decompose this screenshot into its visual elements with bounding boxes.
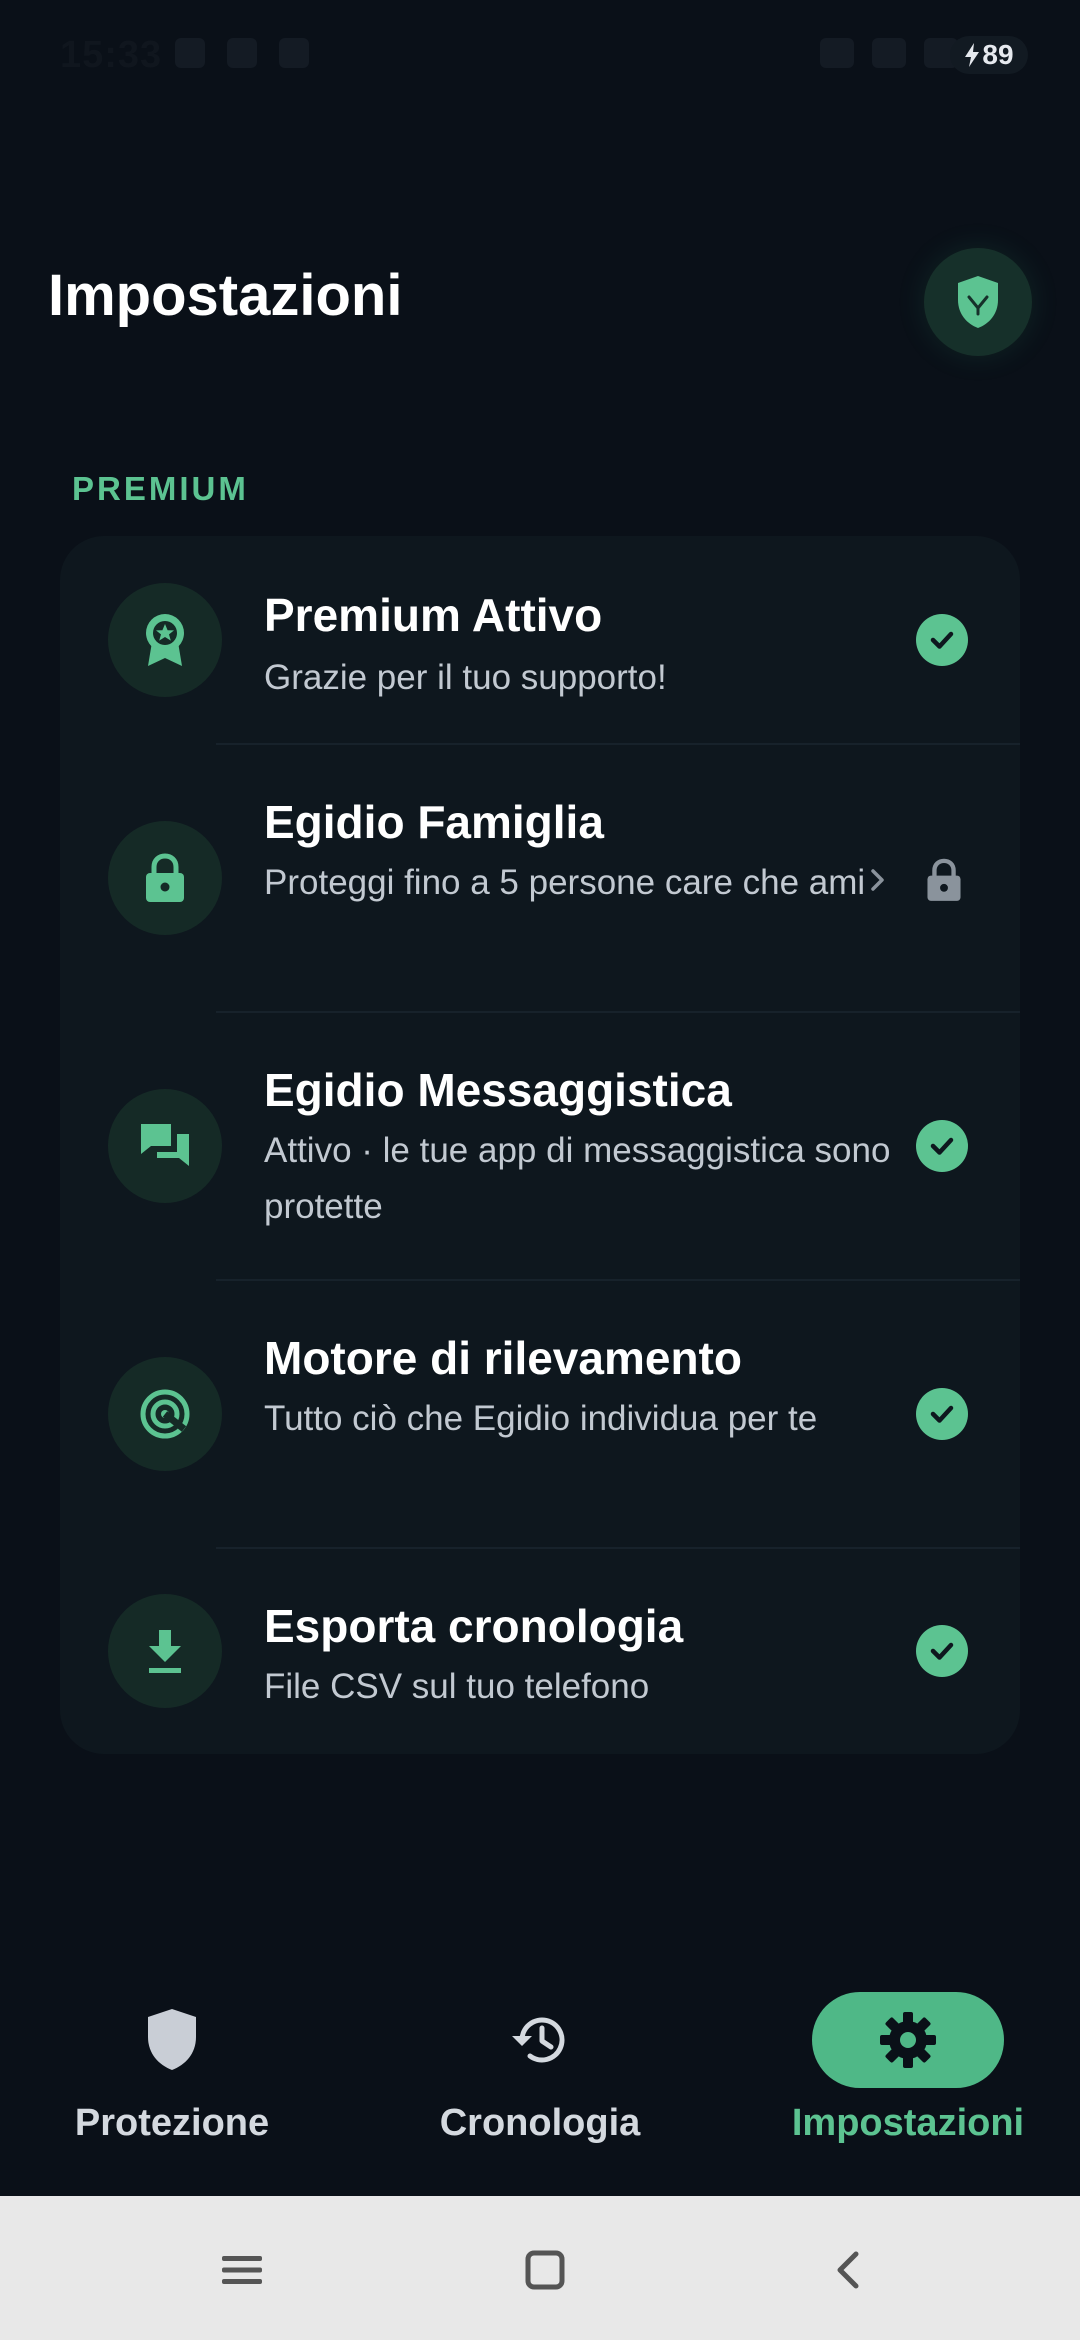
nav-label: Impostazioni — [791, 2102, 1025, 2144]
nav-label: Cronologia — [439, 2102, 641, 2144]
lock-status-icon — [924, 857, 968, 905]
section-header-premium: PREMIUM — [72, 470, 249, 507]
screenshot-icon — [175, 38, 205, 68]
row-subtitle: File CSV sul tuo telefono — [264, 1667, 650, 1706]
row-subtitle: Grazie per il tuo supporto! — [264, 658, 667, 697]
nav-label: Protezione — [74, 2102, 270, 2144]
nav-tab-protezione[interactable]: Protezione — [22, 1960, 322, 2160]
nav-tab-impostazioni[interactable]: Impostazioni — [758, 1960, 1058, 2160]
row-title: Egidio Messaggistica — [264, 1064, 732, 1116]
download-icon — [149, 1630, 181, 1673]
shield-icon — [958, 276, 998, 328]
notification-icon — [279, 38, 309, 68]
chevron-left-icon — [837, 2251, 859, 2289]
history-icon — [512, 2017, 565, 2063]
shield-icon — [148, 2009, 196, 2070]
premium-settings-card: Premium Attivo Grazie per il tuo support… — [60, 536, 1020, 1754]
row-esporta-cronologia[interactable]: Esporta cronologia File CSV sul tuo tele… — [60, 1549, 1020, 1754]
row-title: Egidio Famiglia — [264, 796, 604, 848]
status-notification-icons — [175, 38, 309, 68]
award-badge-icon — [146, 614, 184, 666]
row-title: Motore di rilevamento — [264, 1332, 742, 1384]
nav-tab-cronologia[interactable]: Cronologia — [390, 1960, 690, 2160]
check-icon — [916, 1120, 968, 1172]
square-icon — [525, 2250, 565, 2290]
shield-status-button[interactable] — [924, 248, 1032, 356]
recent-apps-button[interactable] — [212, 2240, 272, 2300]
row-icon-circle — [108, 1594, 222, 1708]
status-time: 15:33 — [60, 34, 163, 76]
gear-icon — [880, 2012, 936, 2068]
back-button[interactable] — [818, 2240, 878, 2300]
row-icon-circle — [108, 821, 222, 935]
hotspot-icon — [820, 38, 854, 68]
battery-level: 89 — [982, 39, 1014, 70]
row-subtitle: Tutto ciò che Egidio individua per te — [264, 1399, 818, 1438]
chat-bubbles-icon — [141, 1124, 189, 1166]
radar-target-icon — [140, 1389, 190, 1439]
row-icon-circle — [108, 1089, 222, 1203]
status-system-icons — [820, 38, 958, 68]
row-egidio-messaggistica[interactable]: Egidio Messaggistica Attivo · le tue app… — [60, 1013, 1020, 1279]
check-icon — [916, 1388, 968, 1440]
row-title: Esporta cronologia — [264, 1600, 684, 1652]
row-premium-attivo[interactable]: Premium Attivo Grazie per il tuo support… — [60, 536, 1020, 744]
sim-icon — [872, 38, 906, 68]
nav-icon-wrap — [76, 1992, 268, 2088]
shield-status-icon — [227, 38, 257, 68]
battery-indicator: 89 — [950, 36, 1028, 74]
bottom-navigation: Protezione Cronologia Impostazioni — [0, 1960, 1080, 2196]
home-button[interactable] — [515, 2240, 575, 2300]
check-icon — [916, 1625, 968, 1677]
row-subtitle: Proteggi fino a 5 persone care che ami — [264, 863, 866, 902]
system-navigation-bar — [0, 2196, 1080, 2340]
lock-icon — [146, 853, 184, 902]
row-motore-rilevamento[interactable]: Motore di rilevamento Tutto ciò che Egid… — [60, 1281, 1020, 1547]
nav-icon-wrap-active — [812, 1992, 1004, 2088]
status-bar: 15:33 89 — [0, 0, 1080, 110]
nav-icon-wrap — [444, 1992, 636, 2088]
menu-icon — [222, 2256, 262, 2284]
chevron-right-icon — [862, 865, 892, 895]
row-icon-circle — [108, 583, 222, 697]
row-title: Premium Attivo — [264, 589, 603, 641]
row-egidio-famiglia[interactable]: Egidio Famiglia Proteggi fino a 5 person… — [60, 745, 1020, 1011]
row-icon-circle — [108, 1357, 222, 1471]
charging-bolt-icon — [965, 43, 980, 67]
page-title: Impostazioni — [48, 263, 403, 328]
check-icon — [916, 614, 968, 666]
row-subtitle: Attivo · le tue app di messaggistica son… — [264, 1131, 891, 1226]
